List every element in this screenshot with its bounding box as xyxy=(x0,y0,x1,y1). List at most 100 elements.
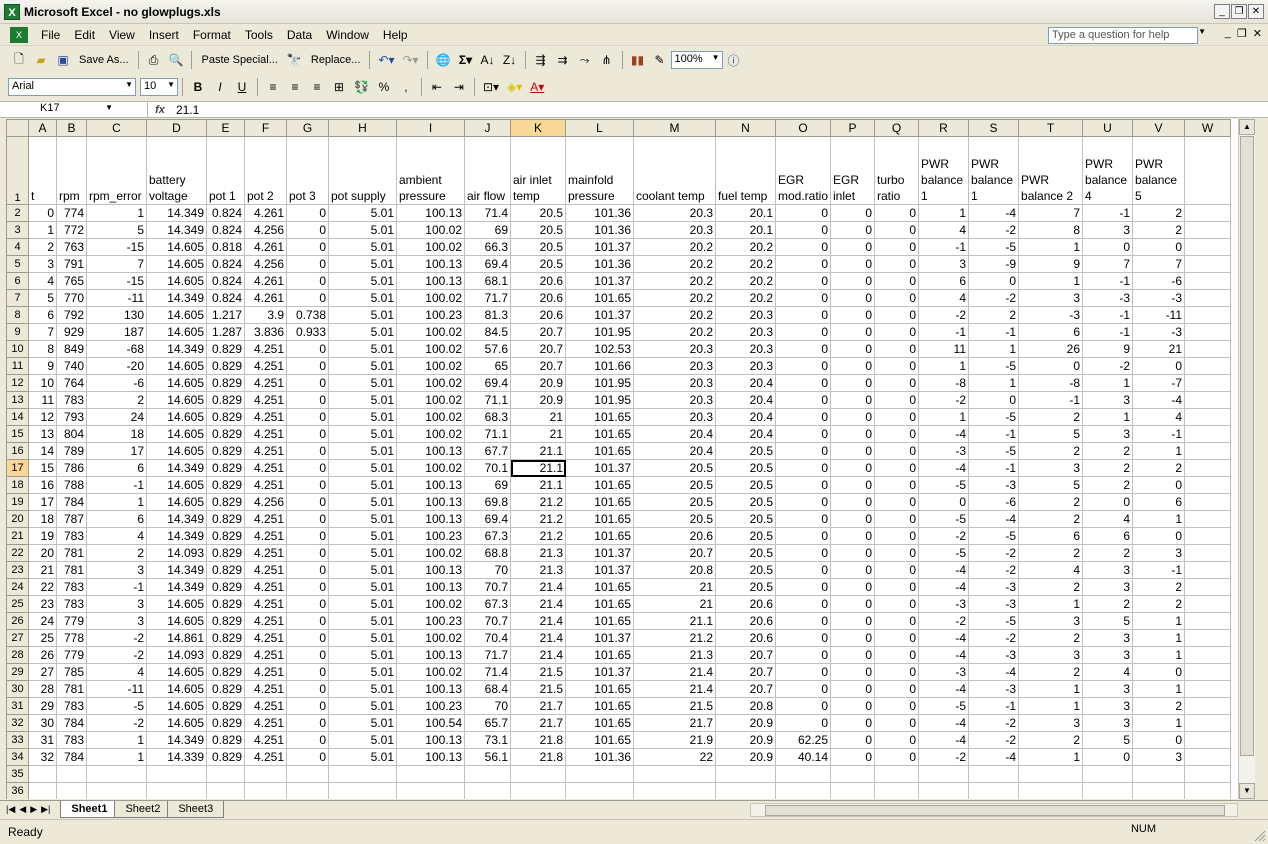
cell[interactable]: -2 xyxy=(918,391,970,409)
cell[interactable]: 100.13 xyxy=(396,646,465,664)
remove-arrows-icon[interactable]: ⤳ xyxy=(575,50,595,70)
cell[interactable]: 14.349 xyxy=(146,221,207,239)
cell[interactable]: 1 xyxy=(1082,408,1134,426)
cell[interactable]: 67.3 xyxy=(464,527,511,545)
cell[interactable] xyxy=(1184,357,1232,375)
cell[interactable] xyxy=(968,765,1020,783)
cell[interactable]: 0 xyxy=(28,204,57,222)
cell[interactable]: 0 xyxy=(874,442,920,460)
cell[interactable]: 0 xyxy=(774,561,832,579)
row-header[interactable]: 11 xyxy=(6,357,29,375)
cell[interactable]: 5.01 xyxy=(328,255,397,273)
cell[interactable]: 849 xyxy=(56,340,87,358)
row-header[interactable]: 21 xyxy=(6,527,29,545)
cell[interactable]: 4.251 xyxy=(244,595,287,613)
cell[interactable]: 5.01 xyxy=(328,323,397,341)
cell[interactable]: 1 xyxy=(918,408,970,426)
cell[interactable]: 21 xyxy=(633,595,716,613)
cell[interactable]: 20.6 xyxy=(510,272,566,290)
cell[interactable]: 0 xyxy=(1132,476,1186,494)
cell[interactable]: 3.9 xyxy=(244,306,287,324)
cell[interactable]: 0 xyxy=(1132,238,1186,256)
cell[interactable]: 5 xyxy=(1082,612,1134,630)
cell[interactable]: 21 xyxy=(28,561,57,579)
cell[interactable]: -8 xyxy=(1018,374,1084,392)
workbook-icon[interactable]: X xyxy=(10,26,28,43)
new-file-icon[interactable]: 🗋 xyxy=(9,50,29,70)
cell[interactable]: 20.2 xyxy=(715,238,776,256)
cell[interactable]: 5.01 xyxy=(328,221,397,239)
prev-sheet-icon[interactable]: ◀ xyxy=(19,804,26,815)
cell[interactable]: 4.251 xyxy=(244,357,287,375)
cell[interactable] xyxy=(86,782,147,799)
cell[interactable]: -4 xyxy=(918,561,970,579)
cell[interactable]: 9 xyxy=(28,357,57,375)
cell[interactable]: 20.6 xyxy=(715,629,776,647)
row-header[interactable]: 26 xyxy=(6,612,29,630)
cell[interactable]: 0 xyxy=(830,272,876,290)
cell[interactable]: 5.01 xyxy=(328,408,397,426)
cell[interactable]: 5.01 xyxy=(328,646,397,664)
cell[interactable]: -5 xyxy=(968,612,1020,630)
cell[interactable]: 0.829 xyxy=(206,340,245,358)
cell[interactable]: 101.95 xyxy=(565,323,634,341)
cell[interactable]: -5 xyxy=(968,527,1020,545)
cell[interactable]: 0.824 xyxy=(206,221,245,239)
cell[interactable] xyxy=(1018,765,1084,783)
cell[interactable]: 0 xyxy=(774,646,832,664)
cell[interactable]: 4.251 xyxy=(244,731,287,749)
cell[interactable]: 70.7 xyxy=(464,578,511,596)
column-header-S[interactable]: S xyxy=(968,119,1020,137)
cell[interactable]: 3 xyxy=(1082,629,1134,647)
header-cell[interactable]: turbo ratio xyxy=(874,136,920,205)
cell[interactable]: 2 xyxy=(1132,221,1186,239)
cell[interactable]: 21.4 xyxy=(633,663,716,681)
menu-help[interactable]: Help xyxy=(376,28,415,42)
cell[interactable] xyxy=(56,782,87,799)
column-header-J[interactable]: J xyxy=(464,119,511,137)
cell[interactable]: -5 xyxy=(968,442,1020,460)
cell[interactable]: 4 xyxy=(1082,510,1134,528)
cell[interactable]: 0 xyxy=(830,306,876,324)
column-header-M[interactable]: M xyxy=(633,119,716,137)
cell[interactable]: 0 xyxy=(830,391,876,409)
cell[interactable]: 14.093 xyxy=(146,646,207,664)
cell[interactable]: 30 xyxy=(28,714,57,732)
cell[interactable]: 5.01 xyxy=(328,204,397,222)
cell[interactable]: 0.829 xyxy=(206,408,245,426)
cell[interactable]: 4.251 xyxy=(244,374,287,392)
cell[interactable]: 0 xyxy=(774,476,832,494)
cell[interactable]: 3 xyxy=(1082,680,1134,698)
comma-button[interactable]: , xyxy=(396,77,416,97)
help-search-input[interactable]: Type a question for help xyxy=(1048,27,1198,44)
cell[interactable] xyxy=(1184,748,1232,766)
row-header[interactable]: 33 xyxy=(6,731,29,749)
cell[interactable]: -2 xyxy=(968,629,1020,647)
header-cell[interactable]: rpm_error xyxy=(86,136,147,205)
cell[interactable]: 17 xyxy=(28,493,57,511)
cell[interactable]: 11 xyxy=(918,340,970,358)
row-header[interactable]: 29 xyxy=(6,663,29,681)
cell[interactable]: 0 xyxy=(874,544,920,562)
cell[interactable]: 0 xyxy=(874,323,920,341)
cell[interactable]: 0 xyxy=(830,340,876,358)
cell[interactable]: 4.251 xyxy=(244,442,287,460)
cell[interactable]: 69 xyxy=(464,221,511,239)
cell[interactable]: 5.01 xyxy=(328,731,397,749)
header-cell[interactable]: mainfold pressure xyxy=(565,136,634,205)
cell[interactable]: 783 xyxy=(56,595,87,613)
name-box[interactable]: K17 ▼ xyxy=(0,102,148,117)
cell[interactable]: 20.3 xyxy=(633,221,716,239)
cell[interactable] xyxy=(918,765,970,783)
cell[interactable]: 0 xyxy=(286,204,329,222)
cell[interactable]: 0.829 xyxy=(206,646,245,664)
cell[interactable]: 57.6 xyxy=(464,340,511,358)
cell[interactable]: 4.251 xyxy=(244,425,287,443)
cell[interactable]: 20.5 xyxy=(715,476,776,494)
cell[interactable]: 0 xyxy=(286,221,329,239)
cell[interactable]: -4 xyxy=(918,629,970,647)
cell[interactable]: 101.65 xyxy=(565,408,634,426)
cell[interactable] xyxy=(396,782,465,799)
column-header-R[interactable]: R xyxy=(918,119,970,137)
cell[interactable]: 14.861 xyxy=(146,629,207,647)
